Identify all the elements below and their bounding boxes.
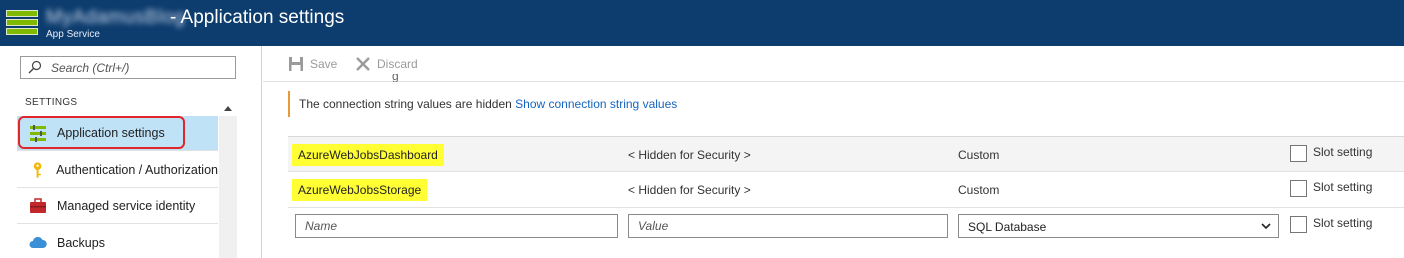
highlight-box (18, 116, 185, 149)
slot-setting-checkbox[interactable] (1290, 145, 1307, 162)
info-message: The connection string values are hidden … (288, 91, 788, 117)
name-input[interactable] (295, 214, 618, 238)
info-text: The connection string values are hidden (299, 97, 512, 111)
sidebar-item-authentication[interactable]: Authentication / Authorization (17, 153, 218, 188)
sidebar-item-backups[interactable]: Backups (17, 225, 218, 258)
type-select-value: SQL Database (968, 220, 1047, 234)
slot-setting: Slot setting (1290, 180, 1372, 197)
sidebar-item-managed-service-identity[interactable]: Managed service identity (17, 189, 218, 224)
slot-setting-label: Slot setting (1313, 144, 1373, 159)
scrollbar-track[interactable] (219, 116, 237, 258)
connection-type: Custom (958, 148, 1000, 162)
discard-label: Discard (377, 57, 418, 71)
top-header: MyAdamusBlog - Application settings App … (0, 0, 1404, 46)
discard-button[interactable]: Discard (355, 55, 418, 73)
new-connection-row: SQL Database Slot setting (288, 208, 1404, 244)
save-button[interactable]: Save (288, 55, 337, 73)
close-icon (356, 57, 370, 71)
slot-setting-checkbox[interactable] (1290, 180, 1307, 197)
connection-type: Custom (958, 183, 1000, 197)
sidebar-item-label: Backups (57, 235, 105, 250)
slot-setting-checkbox[interactable] (1290, 216, 1307, 233)
toolbox-icon (30, 198, 46, 213)
table-row: AzureWebJobsStorage < Hidden for Securit… (288, 172, 1404, 208)
slot-setting: Slot setting (1290, 216, 1372, 233)
partial-heading: g (392, 74, 399, 82)
type-select[interactable]: SQL Database (958, 214, 1279, 238)
connection-name: AzureWebJobsDashboard (292, 144, 444, 166)
app-name: MyAdamusBlog (46, 7, 186, 28)
sidebar-item-label: Authentication / Authorization (56, 163, 218, 177)
connection-name: AzureWebJobsStorage (292, 179, 428, 201)
page-title: - Application settings (170, 7, 345, 28)
connection-value: < Hidden for Security > (628, 148, 751, 162)
search-icon (28, 60, 42, 74)
connection-value: < Hidden for Security > (628, 183, 751, 197)
cloud-icon (29, 236, 47, 248)
search-input[interactable] (51, 59, 231, 76)
save-icon (289, 57, 303, 71)
slot-setting: Slot setting (1290, 145, 1372, 162)
save-label: Save (310, 57, 338, 71)
slot-setting-label: Slot setting (1313, 179, 1373, 194)
search-box[interactable] (20, 56, 236, 79)
table-row: AzureWebJobsDashboard < Hidden for Secur… (288, 136, 1404, 172)
command-bar: Save Discard (263, 46, 1404, 82)
chevron-down-icon (1261, 223, 1271, 230)
show-connection-strings-link[interactable]: Show connection string values (515, 97, 677, 111)
key-icon (33, 162, 42, 178)
scroll-up-arrow[interactable] (220, 101, 236, 115)
value-input[interactable] (628, 214, 948, 238)
section-label-settings: SETTINGS (25, 97, 78, 108)
sidebar-item-label: Managed service identity (57, 199, 196, 213)
app-service-icon (6, 8, 38, 38)
page-subtitle: App Service (46, 29, 100, 40)
slot-setting-label: Slot setting (1313, 215, 1373, 230)
